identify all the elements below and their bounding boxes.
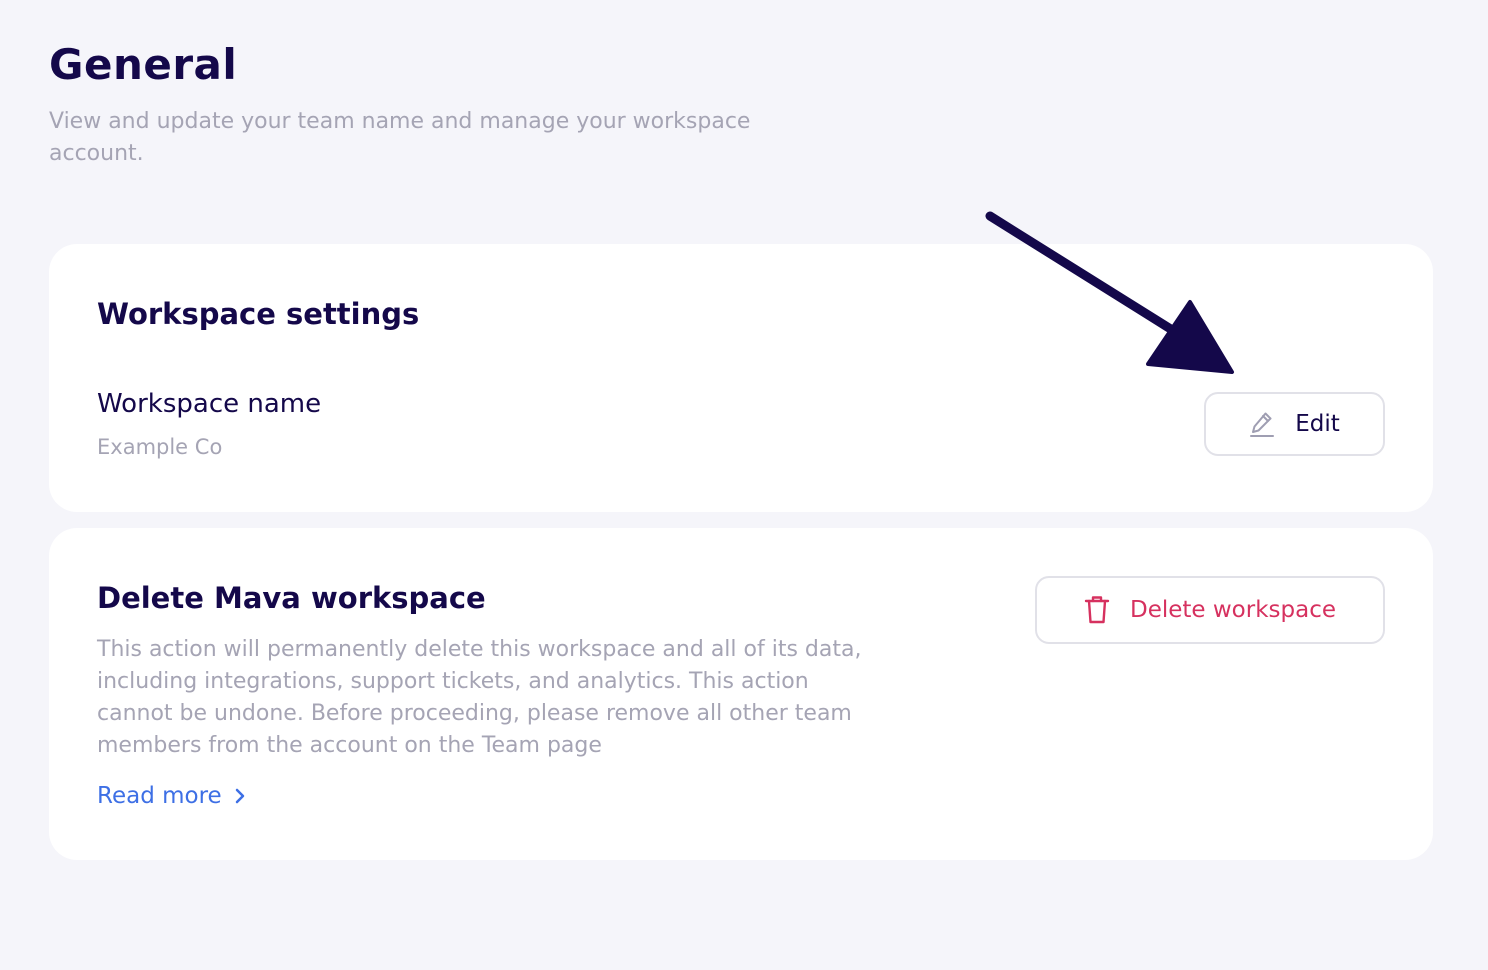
chevron-right-icon <box>234 787 246 805</box>
workspace-name-value: Example Co <box>97 435 223 459</box>
read-more-label: Read more <box>97 783 222 809</box>
delete-workspace-button[interactable]: Delete workspace <box>1035 576 1385 644</box>
pencil-icon <box>1249 410 1275 438</box>
read-more-link[interactable]: Read more <box>97 780 246 812</box>
workspace-settings-card: Workspace settings Workspace name Exampl… <box>49 244 1433 512</box>
trash-icon <box>1084 595 1110 625</box>
delete-workspace-label: Delete workspace <box>1129 597 1336 623</box>
page-title: General <box>49 40 238 89</box>
edit-button[interactable]: Edit <box>1204 392 1385 456</box>
workspace-name-label: Workspace name <box>97 389 322 419</box>
delete-workspace-title: Delete Mava workspace <box>97 581 486 615</box>
workspace-settings-title: Workspace settings <box>97 297 420 331</box>
page-header: General View and update your team name a… <box>49 38 849 170</box>
page-subtitle: View and update your team name and manag… <box>49 109 751 166</box>
delete-workspace-card: Delete Mava workspace This action will p… <box>49 528 1433 860</box>
edit-button-label: Edit <box>1295 411 1340 437</box>
delete-workspace-description: This action will permanently delete this… <box>97 637 862 758</box>
